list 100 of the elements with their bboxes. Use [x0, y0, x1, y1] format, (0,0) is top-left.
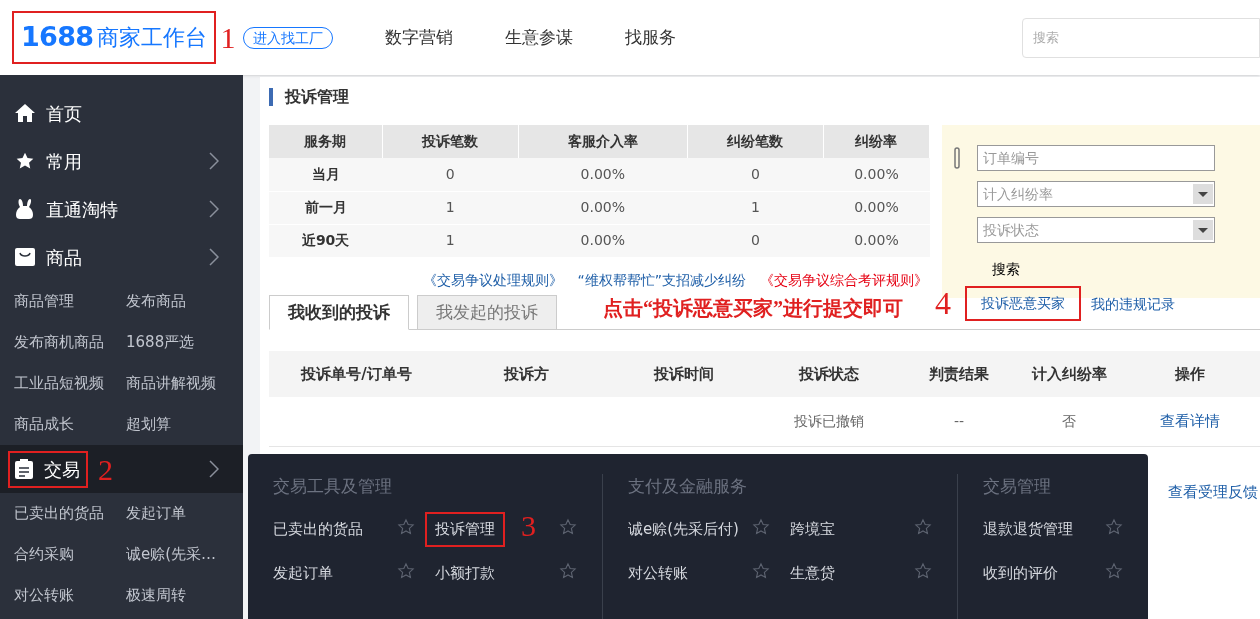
page-title: 投诉管理 — [285, 86, 349, 108]
column-header: 投诉状态 — [797, 363, 860, 385]
shopping-bag-icon — [14, 247, 36, 267]
dropdown-icon — [1193, 220, 1213, 240]
menu-item[interactable]: 已卖出的货品 — [273, 518, 363, 541]
menu-item[interactable]: 对公转账 — [628, 562, 688, 585]
table-cell: 1 — [382, 224, 519, 257]
step-number: 4 — [935, 284, 951, 323]
sidebar-link[interactable]: 商品讲解视频 — [126, 372, 238, 395]
order-number-field[interactable]: 订单编号 — [977, 145, 1215, 171]
star-icon[interactable] — [914, 562, 932, 580]
star-icon[interactable] — [752, 518, 770, 536]
menu-item[interactable]: 跨境宝 — [790, 518, 835, 541]
logo-title[interactable]: 商家工作台 — [97, 21, 208, 54]
sidebar-item-label[interactable]: 常用 — [46, 147, 82, 175]
violations-link[interactable]: 我的违规记录 — [1091, 294, 1175, 315]
table-cell: 1 — [382, 191, 519, 224]
column-header: 服务期 — [269, 125, 383, 158]
rule-link[interactable]: 《交易争议处理规则》 — [423, 269, 564, 291]
column-header: 操作 — [1173, 363, 1206, 385]
table-cell-text: 否 — [1061, 412, 1077, 431]
table-cell: 0.00% — [518, 224, 688, 257]
star-icon[interactable] — [559, 518, 577, 536]
sidebar-link[interactable]: 诚e赊(先采… — [126, 543, 238, 566]
star-icon[interactable] — [559, 562, 577, 580]
report-buyer-link[interactable]: 投诉恶意买家 — [965, 286, 1081, 321]
sidebar-link[interactable]: 超划算 — [126, 413, 238, 436]
sidebar-item-label[interactable]: 直通淘特 — [46, 195, 118, 223]
table-cell: 0.00% — [823, 224, 930, 257]
column-header: 投诉笔数 — [382, 125, 519, 158]
feedback-link[interactable]: 查看受理反馈 — [1168, 480, 1258, 504]
search-button[interactable]: 搜索 — [992, 259, 1215, 280]
menu-item[interactable]: 生意贷 — [790, 562, 835, 585]
star-icon[interactable] — [1105, 562, 1123, 580]
star-icon[interactable] — [397, 518, 415, 536]
column-header: 投诉时间 — [652, 363, 715, 385]
table-cell: 0.00% — [823, 191, 930, 224]
table-cell: 前一月 — [269, 191, 383, 224]
star-icon — [14, 151, 36, 171]
sidebar-item-label[interactable]: 首页 — [46, 99, 82, 127]
section-title: 交易管理 — [983, 475, 1052, 498]
sidebar-link[interactable]: 发布商机商品 — [14, 331, 126, 354]
column-header: 纠纷率 — [823, 125, 930, 158]
clipboard-icon — [14, 458, 34, 480]
search-field[interactable]: 搜索 — [1022, 17, 1260, 58]
star-icon[interactable] — [914, 518, 932, 536]
table-cell: 1 — [687, 191, 824, 224]
instruction-text: 点击“投诉恶意买家”进行提交即可 — [603, 296, 903, 321]
column-header: 计入纠纷率 — [1030, 363, 1108, 385]
step-number: 3 — [521, 508, 536, 544]
step-number: 1 — [220, 20, 236, 56]
step-number: 2 — [98, 451, 113, 488]
star-icon[interactable] — [1105, 518, 1123, 536]
sidebar-link[interactable]: 对公转账 — [14, 584, 126, 607]
nav-link[interactable]: 数字营销 — [385, 24, 454, 51]
sidebar-link[interactable]: 商品管理 — [14, 290, 126, 313]
sidebar-item-label[interactable]: 商品 — [46, 243, 82, 271]
sidebar-link[interactable]: 极速周转 — [126, 584, 238, 607]
star-icon[interactable] — [397, 562, 415, 580]
tab[interactable]: 我收到的投诉 — [269, 295, 409, 330]
paperclip-icon — [954, 147, 960, 169]
table-cell: 0 — [382, 158, 519, 191]
logo-number[interactable]: 1688 — [21, 17, 94, 58]
menu-item[interactable]: 诚e赊(先采后付) — [628, 518, 739, 541]
sidebar-link[interactable]: 发布商品 — [126, 290, 238, 313]
table-cell: 当月 — [269, 158, 383, 191]
home-icon — [14, 103, 36, 123]
rule-link[interactable]: 《交易争议综合考评规则》 — [760, 269, 928, 291]
sidebar-item[interactable]: 交易 2 — [0, 445, 243, 493]
rule-link[interactable]: “维权帮帮忙”支招减少纠纷 — [577, 269, 746, 291]
details-link[interactable]: 查看详情 — [1119, 410, 1260, 433]
column-header: 判责结果 — [928, 363, 990, 385]
table-cell-text: -- — [952, 412, 966, 431]
table-cell: 0.00% — [518, 158, 688, 191]
column-header: 客服介入率 — [518, 125, 688, 158]
sidebar-link[interactable]: 工业品短视频 — [14, 372, 126, 395]
dropdown-icon — [1193, 184, 1213, 204]
column-header: 纠纷笔数 — [687, 125, 824, 158]
sidebar-link[interactable]: 合约采购 — [14, 543, 126, 566]
section-title: 支付及金融服务 — [628, 475, 748, 498]
section-title: 交易工具及管理 — [273, 475, 393, 498]
table-cell-text: 投诉已撤销 — [793, 412, 865, 431]
nav-link[interactable]: 生意参谋 — [505, 24, 574, 51]
menu-item[interactable]: 退款退货管理 — [983, 518, 1073, 541]
nav-link[interactable]: 找服务 — [625, 24, 677, 51]
menu-item[interactable]: 小额打款 — [435, 562, 495, 585]
sidebar-link[interactable]: 发起订单 — [126, 502, 238, 525]
table-cell: 近90天 — [269, 224, 383, 257]
column-header: 投诉方 — [502, 363, 550, 385]
sidebar-link[interactable]: 1688严选 — [126, 331, 238, 354]
sidebar-link[interactable]: 已卖出的货品 — [14, 502, 126, 525]
table-cell: 0 — [687, 224, 824, 257]
rabbit-icon — [14, 198, 36, 220]
star-icon[interactable] — [752, 562, 770, 580]
tab[interactable]: 我发起的投诉 — [417, 295, 557, 330]
sidebar-link[interactable]: 商品成长 — [14, 413, 126, 436]
table-cell: 0.00% — [823, 158, 930, 191]
table-cell: 0.00% — [518, 191, 688, 224]
menu-item[interactable]: 发起订单 — [273, 562, 333, 585]
menu-item[interactable]: 收到的评价 — [983, 562, 1058, 585]
